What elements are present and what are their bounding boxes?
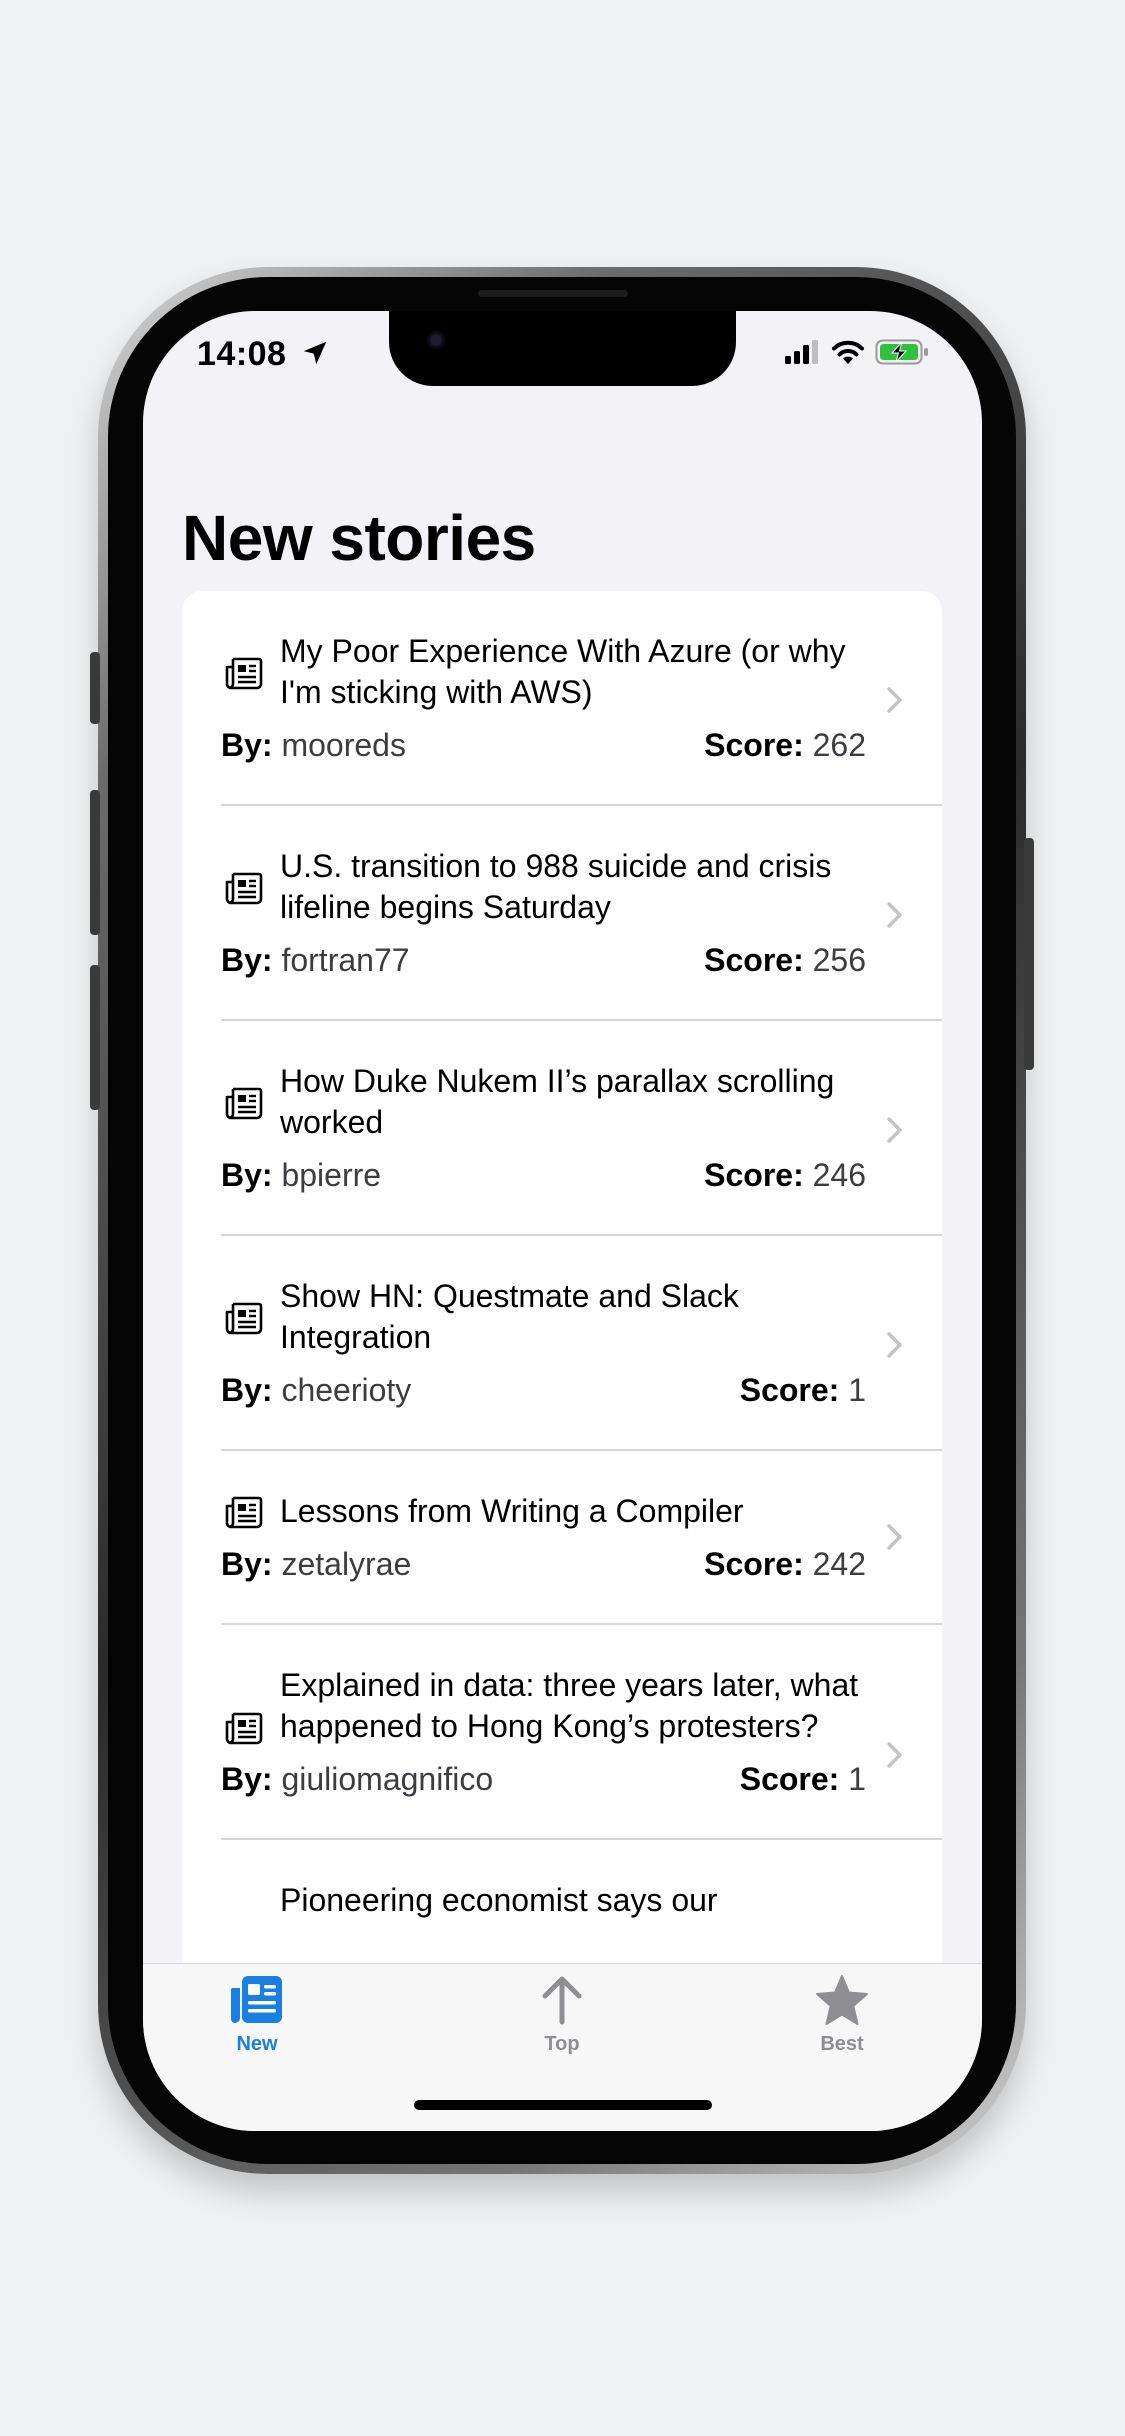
score-value: 246 xyxy=(812,1157,866,1193)
story-title: How Duke Nukem II’s parallax scrolling w… xyxy=(280,1063,835,1140)
tab-new-label: New xyxy=(236,2033,278,2055)
author-name: fortran77 xyxy=(281,942,410,978)
author-name: zetalyrae xyxy=(281,1546,412,1582)
status-icons xyxy=(785,339,929,365)
story-author: By: zetalyrae xyxy=(221,1544,411,1585)
story-title: Explained in data: three years later, wh… xyxy=(280,1667,859,1744)
story-row[interactable]: Lessons from Writing a Compiler By: zeta… xyxy=(182,1451,942,1625)
story-author: By: bpierre xyxy=(221,1155,381,1196)
story-author: By: fortran77 xyxy=(221,940,410,981)
home-indicator[interactable] xyxy=(414,2100,712,2110)
newspaper-icon xyxy=(225,657,263,690)
story-row[interactable]: My Poor Experience With Azure (or why I'… xyxy=(182,591,942,806)
by-label: By: xyxy=(221,1761,273,1797)
story-meta: By: bpierre Score: 246 xyxy=(221,1155,866,1196)
story-author: By: mooreds xyxy=(221,725,406,766)
score-value: 242 xyxy=(812,1546,866,1582)
chevron-right-icon xyxy=(887,1742,902,1768)
tab-top[interactable]: Top xyxy=(487,1974,637,2056)
score-label: Score: xyxy=(739,1761,840,1797)
newspaper-icon xyxy=(225,1712,263,1745)
story-meta: By: fortran77 Score: 256 xyxy=(221,940,866,981)
newspaper-icon xyxy=(225,1496,263,1529)
by-label: By: xyxy=(221,727,273,763)
volume-up-button xyxy=(90,790,100,935)
story-meta: By: giuliomagnifico Score: 1 xyxy=(221,1759,866,1800)
front-camera xyxy=(427,331,445,349)
chevron-right-icon xyxy=(887,1332,902,1358)
silent-switch xyxy=(90,652,100,724)
score-label: Score: xyxy=(739,1372,840,1408)
story-score: Score: 246 xyxy=(704,1155,866,1196)
story-score: Score: 262 xyxy=(704,725,866,766)
author-name: mooreds xyxy=(281,727,406,763)
score-value: 1 xyxy=(848,1761,866,1797)
story-title: Show HN: Questmate and Slack Integration xyxy=(280,1278,739,1355)
chevron-right-icon xyxy=(887,902,902,928)
power-button xyxy=(1024,838,1034,1070)
notch xyxy=(389,311,736,386)
screen: 14:08 New stories My Poor Experience Wit… xyxy=(143,311,982,2131)
story-title: U.S. transition to 988 suicide and crisi… xyxy=(280,848,832,925)
stories-list[interactable]: My Poor Experience With Azure (or why I'… xyxy=(182,591,942,2081)
story-author: By: giuliomagnifico xyxy=(221,1759,493,1800)
score-label: Score: xyxy=(704,727,804,763)
score-value: 256 xyxy=(812,942,866,978)
newspaper-icon xyxy=(225,1087,263,1120)
chevron-right-icon xyxy=(887,1117,902,1143)
story-meta: By: mooreds Score: 262 xyxy=(221,725,866,766)
star-icon xyxy=(816,1975,868,2025)
score-label: Score: xyxy=(704,1157,804,1193)
story-meta: By: zetalyrae Score: 242 xyxy=(221,1544,866,1585)
cellular-signal-icon xyxy=(785,340,818,364)
newspaper-icon xyxy=(225,872,263,905)
score-value: 262 xyxy=(812,727,866,763)
location-arrow-icon xyxy=(303,341,327,365)
tab-new[interactable]: New xyxy=(182,1974,332,2056)
score-label: Score: xyxy=(704,1546,804,1582)
by-label: By: xyxy=(221,1157,273,1193)
author-name: cheerioty xyxy=(281,1372,412,1408)
story-meta: By: cheerioty Score: 1 xyxy=(221,1370,866,1411)
tab-best[interactable]: Best xyxy=(767,1974,917,2056)
page-title: New stories xyxy=(182,502,536,574)
author-name: bpierre xyxy=(281,1157,382,1193)
score-label: Score: xyxy=(704,942,804,978)
arrow-up-icon xyxy=(542,1976,582,2025)
chevron-right-icon xyxy=(887,1524,902,1550)
tab-best-label: Best xyxy=(820,2033,864,2055)
chevron-right-icon xyxy=(887,687,902,713)
status-time: 14:08 xyxy=(197,335,287,373)
wifi-icon xyxy=(832,340,864,364)
by-label: By: xyxy=(221,942,273,978)
story-row[interactable]: U.S. transition to 988 suicide and crisi… xyxy=(182,806,942,1021)
battery-charging-icon xyxy=(875,339,928,365)
story-row[interactable]: Explained in data: three years later, wh… xyxy=(182,1625,942,1840)
newspaper-icon xyxy=(231,1976,282,2023)
story-row[interactable]: Show HN: Questmate and Slack Integration… xyxy=(182,1236,942,1451)
story-score: Score: 256 xyxy=(704,940,866,981)
story-author: By: cheerioty xyxy=(221,1370,411,1411)
story-title: Pioneering economist says our xyxy=(280,1882,718,1918)
by-label: By: xyxy=(221,1372,273,1408)
earpiece-speaker xyxy=(478,290,628,297)
score-value: 1 xyxy=(848,1372,866,1408)
story-title: My Poor Experience With Azure (or why I'… xyxy=(280,633,846,710)
story-title: Lessons from Writing a Compiler xyxy=(280,1493,744,1529)
author-name: giuliomagnifico xyxy=(281,1761,494,1797)
story-score: Score: 1 xyxy=(740,1370,866,1411)
story-row[interactable]: How Duke Nukem II’s parallax scrolling w… xyxy=(182,1021,942,1236)
story-score: Score: 1 xyxy=(740,1759,866,1800)
tab-top-label: Top xyxy=(544,2033,580,2055)
by-label: By: xyxy=(221,1546,273,1582)
story-score: Score: 242 xyxy=(704,1544,866,1585)
volume-down-button xyxy=(90,965,100,1110)
newspaper-icon xyxy=(225,1302,263,1335)
